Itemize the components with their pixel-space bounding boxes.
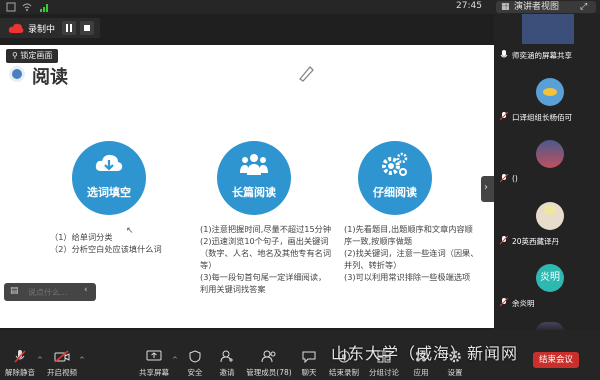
feature-title: 仔细阅读 [373, 186, 417, 199]
participant-tile[interactable]: 师奕涵的屏幕共享 [500, 14, 596, 62]
feature-title: 长篇阅读 [232, 186, 276, 199]
mic-muted-icon [14, 350, 26, 363]
camera-off-icon [54, 350, 70, 363]
grid-icon: ▦ [501, 2, 510, 12]
fullscreen-icon[interactable]: ⤢ [580, 1, 587, 13]
toolbar-label: 共享屏幕 [139, 368, 169, 377]
download-cloud-icon [95, 154, 123, 171]
chat-button[interactable]: 聊天 [294, 350, 324, 378]
avatar [536, 78, 564, 106]
gears-icon [382, 152, 408, 176]
manage-members-button[interactable]: 管理成员(78) [246, 350, 292, 378]
cloud-record-icon [8, 23, 24, 33]
people-icon [240, 154, 268, 175]
comment-input[interactable] [28, 285, 76, 299]
home-icon[interactable] [6, 2, 16, 12]
screen-share-thumbnail [522, 14, 574, 44]
unmute-button[interactable]: 解除静音 [2, 350, 38, 378]
participant-panel: 师奕涵的屏幕共享 口译组组长杨佰可 () 20英西藏译丹 炎明 余炎明 [494, 14, 600, 332]
chevron-up-icon[interactable]: ^ [37, 356, 43, 364]
mic-muted-icon [500, 298, 508, 307]
mic-muted-icon [500, 174, 508, 183]
pin-icon: ⚲ [12, 51, 18, 60]
comment-bar: ▤ ‹ [4, 283, 96, 301]
members-icon [261, 350, 276, 363]
feature-careful-reading: 仔细阅读 [358, 141, 432, 215]
feature-long-reading: 长篇阅读 [217, 141, 291, 215]
chevron-up-icon[interactable]: ^ [172, 356, 178, 364]
participant-tile[interactable]: () [500, 138, 596, 186]
screen-share-icon [146, 350, 162, 361]
wifi-icon [22, 2, 32, 12]
danmaku-icon[interactable]: ▤ [10, 286, 19, 296]
top-status-bar: 27:45 ▦ 演讲者视图 ⤢ [0, 0, 600, 14]
mouse-cursor-icon: ↖ [126, 226, 134, 236]
invite-icon [220, 350, 233, 363]
watermark: 山东大学（威海）新闻网 [331, 344, 519, 363]
feature-desc: (1)注意把握时间,尽量不超过15分钟 (2)迅速浏览10个句子，画出关键词（数… [200, 224, 332, 294]
participant-name: 20英西藏译丹 [512, 237, 560, 246]
lock-screen-tag[interactable]: ⚲ 锁定画面 [6, 49, 59, 63]
toolbar-label: 安全 [187, 368, 203, 377]
chevron-right-icon: › [484, 182, 488, 193]
chevron-left-icon[interactable]: ‹ [84, 285, 88, 295]
toolbar-label: 聊天 [301, 368, 317, 377]
end-meeting-button[interactable]: 结束会议 [533, 352, 579, 368]
avatar [536, 140, 564, 168]
participant-name: 口译组组长杨佰可 [512, 113, 572, 122]
participant-name: () [512, 174, 518, 183]
toolbar-label: 结束录制 [329, 368, 359, 377]
participant-tile[interactable]: 炎明 余炎明 [500, 262, 596, 310]
chevron-up-icon[interactable]: ^ [79, 356, 85, 364]
invite-button[interactable]: 邀请 [212, 350, 242, 378]
collapse-panel-button[interactable]: › [481, 176, 494, 202]
participant-name: 余炎明 [512, 299, 535, 308]
pause-recording-button[interactable] [62, 21, 76, 35]
feature-title: 选词填空 [87, 186, 131, 199]
recording-bar: 录制中 [0, 18, 100, 38]
toolbar-label: 解除静音 [5, 368, 35, 377]
view-label: 演讲者视图 [514, 2, 560, 12]
feature-desc: （1）给单词分类 （2）分析空白处应该填什么词 [50, 232, 162, 254]
signal-icon [40, 2, 50, 12]
mic-icon [500, 50, 508, 58]
pen-icon [299, 66, 314, 82]
shield-icon [189, 350, 201, 363]
meeting-timer: 27:45 [456, 1, 482, 11]
share-screen-button[interactable]: 共享屏幕 [136, 350, 172, 378]
participant-tile[interactable]: 20英西藏译丹 [500, 200, 596, 248]
toolbar-label: 管理成员(78) [246, 368, 292, 377]
participant-name: 师奕涵的屏幕共享 [512, 51, 572, 60]
lock-tag-label: 锁定画面 [20, 51, 53, 60]
toolbar-label: 开启视频 [47, 368, 77, 377]
toolbar-label: 邀请 [219, 368, 235, 377]
participant-tile[interactable] [500, 318, 596, 332]
stop-recording-button[interactable] [80, 21, 94, 35]
participant-tile[interactable]: 口译组组长杨佰可 [500, 76, 596, 124]
avatar: 炎明 [536, 264, 564, 292]
speaker-view-toggle[interactable]: ▦ 演讲者视图 ⤢ [496, 1, 596, 13]
avatar [536, 202, 564, 230]
feature-desc: (1)先看题目,出题顺序和文章内容顺序一致,按顺序做题 (2)找关键词，注意一些… [344, 224, 479, 282]
slide-title: 阅读 [32, 67, 68, 88]
chat-icon [302, 351, 316, 364]
recording-label: 录制中 [28, 25, 56, 35]
mic-muted-icon [500, 112, 508, 121]
toolbar-label: 分组讨论 [369, 368, 399, 377]
toolbar-label: 设置 [447, 368, 463, 377]
start-video-button[interactable]: 开启视频 [44, 350, 80, 378]
mic-muted-icon [500, 236, 508, 245]
feature-vocabulary-fill: 选词填空 [72, 141, 146, 215]
bullet-circle-icon [9, 66, 25, 82]
security-button[interactable]: 安全 [180, 350, 210, 378]
toolbar-label: 应用 [413, 368, 429, 377]
